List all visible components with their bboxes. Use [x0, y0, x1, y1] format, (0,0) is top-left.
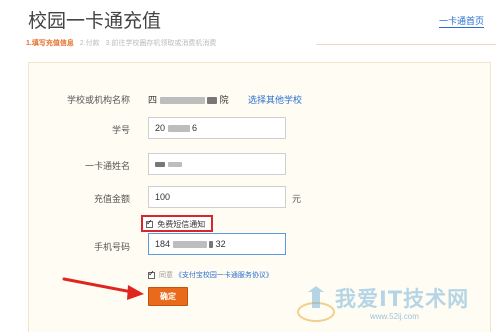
- confirm-button[interactable]: 确定: [148, 287, 188, 306]
- sms-checkbox[interactable]: [146, 218, 153, 229]
- amount-input[interactable]: 100: [148, 186, 286, 208]
- watermark-url: www.52ij.com: [370, 312, 419, 321]
- watermark-text: 我爱IT技术网: [335, 287, 470, 311]
- agreement-row: 同意 《支付宝校园一卡通服务协议》: [148, 269, 273, 280]
- page-title: 校园一卡通充值: [28, 10, 162, 32]
- agreement-checkbox[interactable]: [148, 269, 155, 279]
- school-value-end: 院: [219, 95, 229, 105]
- agreement-link[interactable]: 《支付宝校园一卡通服务协议》: [175, 272, 273, 279]
- phone-start: 184: [155, 239, 171, 249]
- step-2: 2.付款: [79, 40, 100, 47]
- student-id-input[interactable]: 20 6: [148, 117, 286, 139]
- school-value-start: 四: [148, 95, 158, 105]
- red-arrow-icon: [62, 277, 144, 300]
- school-value: 四 院: [148, 93, 229, 106]
- amount-unit: 元: [292, 194, 302, 204]
- card-name-label: 一卡通姓名: [84, 161, 130, 171]
- home-link[interactable]: 一卡通首页: [438, 14, 484, 28]
- school-label: 学校或机构名称: [66, 95, 130, 105]
- choose-other-school-link[interactable]: 选择其他学校: [248, 93, 302, 106]
- phone-label: 手机号码: [93, 242, 130, 252]
- redaction-mask: [209, 241, 214, 249]
- phone-end: 32: [215, 239, 226, 249]
- redaction-mask: [159, 97, 205, 105]
- step-progress: 1.填写充值信息 2.付款 3.前往学校圈存机领取或消费机消费: [26, 38, 496, 52]
- redaction-mask: [207, 97, 218, 105]
- redaction-mask: [167, 162, 182, 168]
- student-id-label: 学号: [111, 125, 130, 135]
- amount-value: 100: [155, 192, 171, 202]
- step-1: 1.填写充值信息: [26, 40, 74, 47]
- card-name-input[interactable]: [148, 153, 286, 175]
- redaction-mask: [172, 241, 207, 249]
- redaction-mask: [167, 125, 190, 133]
- amount-label: 充值金额: [93, 194, 130, 204]
- student-id-start: 20: [155, 123, 166, 133]
- redaction-mask: [155, 162, 165, 168]
- sms-notification-option[interactable]: 免费短信通知: [141, 215, 213, 232]
- phone-input[interactable]: 184 32: [148, 233, 286, 255]
- sms-label: 免费短信通知: [157, 220, 206, 229]
- step-divider: [316, 44, 496, 45]
- student-id-end: 6: [192, 123, 198, 133]
- step-3: 3.前往学校圈存机领取或消费机消费: [105, 40, 217, 47]
- agreement-prefix: 同意: [158, 272, 173, 279]
